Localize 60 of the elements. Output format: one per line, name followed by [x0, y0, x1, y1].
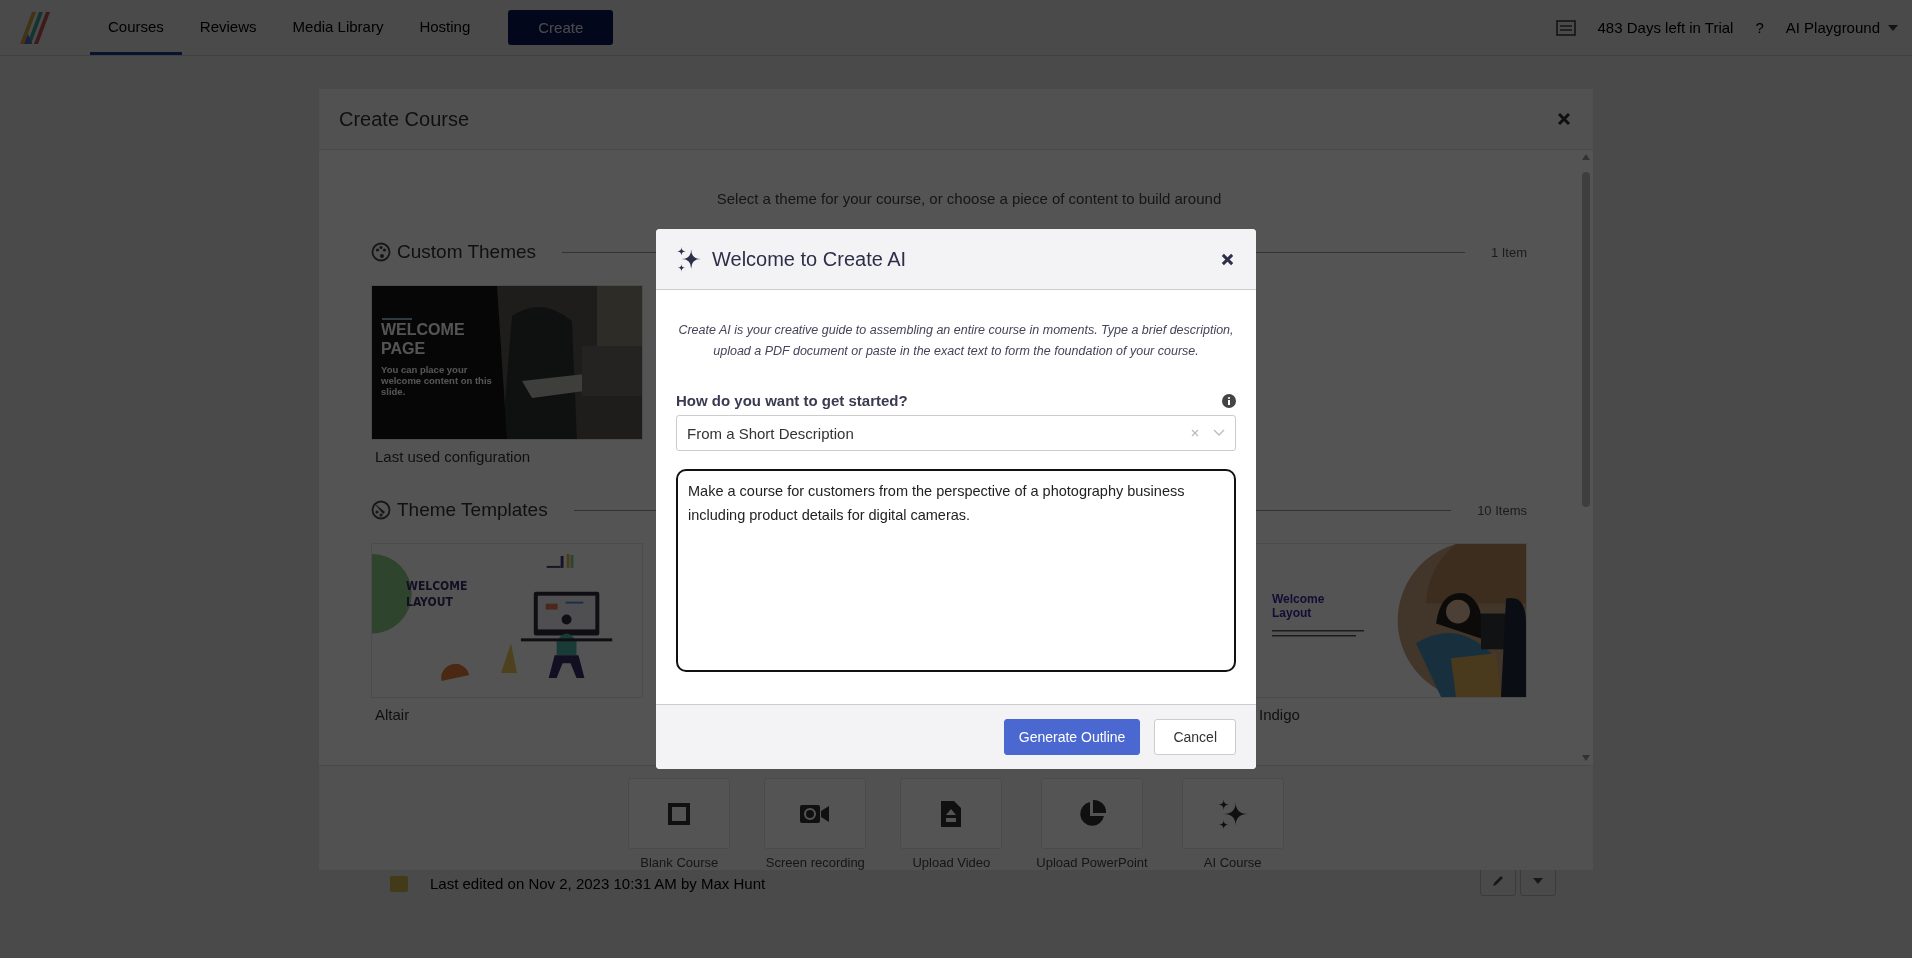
theme-thumbnail[interactable]: WELCOME PAGE You can place your welcome content on this slide.: [371, 285, 643, 440]
section-title: Custom Themes: [397, 241, 537, 263]
caret-icon[interactable]: [1888, 24, 1898, 31]
theme-caption: Altair: [374, 706, 411, 723]
account-name[interactable]: AI Playground: [1785, 19, 1880, 36]
scroll-down-icon[interactable]: [1582, 755, 1590, 761]
last-edited-text: Last edited on Nov 2, 2023 10:31 AM by Max Hunt: [430, 875, 766, 892]
help-link[interactable]: ?: [1755, 19, 1764, 36]
content-type-label: Screen recording: [765, 855, 865, 870]
field-label: How do you want to get started?: [676, 392, 908, 409]
content-type-button[interactable]: [1041, 778, 1143, 849]
pencil-icon: [1491, 874, 1505, 888]
cancel-button[interactable]: Cancel: [1154, 719, 1236, 755]
slide-heading: Welcome Layout: [1272, 592, 1326, 620]
item-count: 10 Items: [1477, 502, 1527, 518]
intro-text: Create AI is your creative guide to assembling an entire course in moments. Type a brief description, upload a PDF document or paste in the exact text to form the foundation of your course.: [677, 322, 1235, 360]
theme-caption: Last used configuration: [374, 448, 532, 465]
content-type-label: Blank Course: [640, 855, 719, 870]
content-type-button[interactable]: [764, 778, 867, 849]
slide-heading: WELCOME PAGE: [381, 320, 466, 358]
create-button[interactable]: Create: [508, 10, 614, 45]
dialog-title: Create Course: [339, 107, 470, 131]
content-type-button[interactable]: [900, 778, 1003, 849]
generate-button[interactable]: Generate Outline: [1003, 719, 1141, 755]
start-select[interactable]: From a Short Description: [676, 415, 1236, 451]
dialog-title: Welcome to Create AI: [712, 247, 908, 271]
content-type-label: Upload Video: [912, 855, 991, 870]
content-type-label: Upload PowerPoint: [1036, 855, 1148, 870]
nav-tab[interactable]: Media Library: [274, 0, 402, 55]
slide-heading: WELCOME LAYOUT: [406, 578, 466, 610]
info-icon[interactable]: [1222, 393, 1236, 408]
description-field[interactable]: Make a course for customers from the perspective of a photography business including product details for digital cameras.: [676, 469, 1236, 672]
nav-tab[interactable]: Courses: [90, 0, 182, 55]
theme-caption: Indigo: [1258, 706, 1301, 723]
content-type-button[interactable]: [1181, 778, 1284, 849]
nav-tab[interactable]: Hosting: [401, 0, 489, 55]
content-type-button[interactable]: [628, 778, 731, 849]
list-icon[interactable]: [1555, 18, 1576, 37]
theme-thumbnail[interactable]: WELCOME LAYOUT: [371, 543, 643, 698]
palette-icon: [371, 242, 391, 262]
section-title: Theme Templates: [397, 499, 548, 521]
file-upload-icon: [939, 798, 964, 829]
nav-tab[interactable]: Reviews: [181, 0, 275, 55]
dialog-subtitle: Select a theme for your course, or choose a piece of content to build around: [716, 190, 1222, 207]
content-type-label: AI Course: [1203, 855, 1262, 870]
scroll-up-icon[interactable]: [1582, 154, 1590, 160]
palette-brush-icon: [371, 500, 391, 520]
course-icon: [390, 875, 408, 892]
logo-icon[interactable]: [18, 9, 52, 46]
caret-icon: [1533, 878, 1543, 884]
square-icon: [667, 801, 692, 826]
pie-chart-icon: [1077, 798, 1107, 829]
close-icon: [1221, 252, 1234, 266]
chevron-down-icon[interactable]: [1213, 429, 1225, 437]
trial-days-text: 483 Days left in Trial: [1597, 19, 1734, 36]
slide-text: You can place your welcome content on this slide.: [381, 364, 493, 397]
item-count: 1 Item: [1490, 244, 1527, 260]
close-icon: [1557, 112, 1571, 126]
theme-thumbnail[interactable]: Welcome Layout: [1255, 543, 1527, 698]
clear-icon[interactable]: [1191, 429, 1199, 437]
